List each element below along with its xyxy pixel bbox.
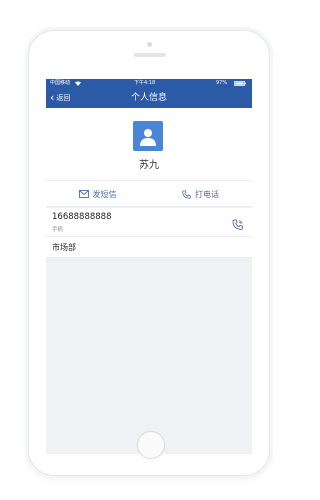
status-time: 下午4:18	[134, 80, 156, 86]
home-button[interactable]	[137, 431, 165, 459]
navigation-bar: ‹ 返回 个人信息	[46, 88, 252, 108]
profile-card: 苏九 发短信 打电话	[46, 108, 252, 207]
app-screen: 中国移动 下午4:18 97% ‹ 返回 个人信息 苏九 发短信 打电话 166…	[46, 79, 252, 454]
avatar	[133, 121, 163, 151]
send-sms-button[interactable]: 发短信	[46, 181, 149, 207]
carrier-label: 中国移动	[50, 80, 71, 86]
battery-percent: 97%	[216, 80, 228, 86]
person-icon	[140, 129, 156, 146]
phone-device-frame: 中国移动 下午4:18 97% ‹ 返回 个人信息 苏九 发短信 打电话 166…	[28, 30, 270, 476]
contact-name: 苏九	[139, 160, 159, 171]
send-sms-label: 发短信	[92, 189, 117, 199]
dial-phone-icon[interactable]	[232, 216, 244, 230]
earpiece-speaker	[134, 53, 166, 57]
phone-row[interactable]: 16688888888 手机	[46, 208, 252, 237]
status-bar: 中国移动 下午4:18 97%	[46, 79, 252, 88]
call-label: 打电话	[195, 189, 219, 199]
phone-icon	[182, 189, 191, 199]
page-title: 个人信息	[130, 93, 167, 103]
phone-number: 16688888888	[52, 212, 112, 222]
front-camera	[147, 42, 152, 47]
action-bar: 发短信 打电话	[46, 180, 252, 207]
call-button[interactable]: 打电话	[149, 181, 252, 207]
department-name: 市场部	[52, 243, 76, 252]
department-row: 市场部	[46, 237, 252, 258]
phone-label: 手机	[52, 227, 64, 233]
envelope-icon	[78, 190, 89, 198]
